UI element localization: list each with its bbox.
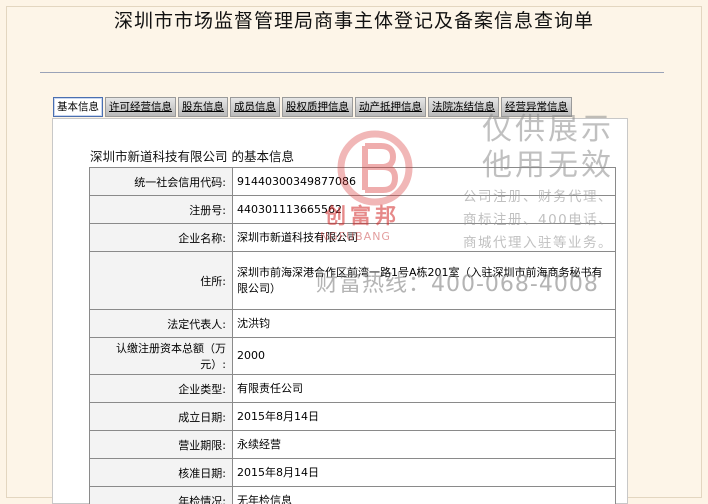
field-label: 统一社会信用代码: [89,167,233,196]
field-value-company-type: 有限责任公司 [232,374,616,403]
tab-chattel-mortgage-info[interactable]: 动产抵押信息 [355,97,426,117]
table-row: 企业类型: 有限责任公司 [89,374,616,403]
field-label: 住所: [89,251,233,310]
field-value-address: 深圳市前海深港合作区前湾一路1号A栋201室（入驻深圳市前海商务秘书有限公司） [232,251,616,310]
field-label: 营业期限: [89,430,233,459]
table-row: 企业名称: 深圳市新道科技有限公司 [89,223,616,252]
field-label: 成立日期: [89,402,233,431]
table-row: 统一社会信用代码: 91440300349877086 [89,167,616,196]
field-label: 年检情况: [89,486,233,504]
field-label: 企业名称: [89,223,233,252]
field-value-approval-date: 2015年8月14日 [232,458,616,487]
field-value-established-date: 2015年8月14日 [232,402,616,431]
table-row: 注册号: 440301113665562 [89,195,616,224]
company-heading: 深圳市新道科技有限公司 的基本信息 [90,149,294,164]
field-value-company-name: 深圳市新道科技有限公司 [232,223,616,252]
table-row: 营业期限: 永续经营 [89,430,616,459]
field-value-business-term: 永续经营 [232,430,616,459]
basic-info-table: 统一社会信用代码: 91440300349877086 注册号: 4403011… [89,167,616,504]
field-label: 法定代表人: [89,309,233,338]
field-value-capital: 2000 [232,337,616,375]
field-value-legal-rep: 沈洪钧 [232,309,616,338]
tab-bar: 基本信息 许可经营信息 股东信息 成员信息 股权质押信息 动产抵押信息 法院冻结… [53,97,572,117]
title-divider [40,72,664,73]
page-title: 深圳市市场监督管理局商事主体登记及备案信息查询单 [113,10,594,32]
table-row: 认缴注册资本总额（万元）: 2000 [89,337,616,375]
table-row: 成立日期: 2015年8月14日 [89,402,616,431]
table-row: 住所: 深圳市前海深港合作区前湾一路1号A栋201室（入驻深圳市前海商务秘书有限… [89,251,616,310]
tab-abnormal-operation-info[interactable]: 经营异常信息 [501,97,572,117]
field-label: 企业类型: [89,374,233,403]
field-value-annual-inspection: 无年检信息 [232,486,616,504]
tab-equity-pledge-info[interactable]: 股权质押信息 [282,97,353,117]
tab-license-info[interactable]: 许可经营信息 [105,97,176,117]
table-row: 法定代表人: 沈洪钧 [89,309,616,338]
table-row: 核准日期: 2015年8月14日 [89,458,616,487]
tab-member-info[interactable]: 成员信息 [230,97,280,117]
tab-shareholder-info[interactable]: 股东信息 [178,97,228,117]
field-label: 注册号: [89,195,233,224]
table-row: 年检情况: 无年检信息 [89,486,616,504]
tab-basic-info[interactable]: 基本信息 [53,97,103,117]
field-label: 认缴注册资本总额（万元）: [89,337,233,375]
tab-court-freeze-info[interactable]: 法院冻结信息 [428,97,499,117]
field-value-credit-code: 91440300349877086 [232,167,616,196]
field-label: 核准日期: [89,458,233,487]
field-value-reg-number: 440301113665562 [232,195,616,224]
